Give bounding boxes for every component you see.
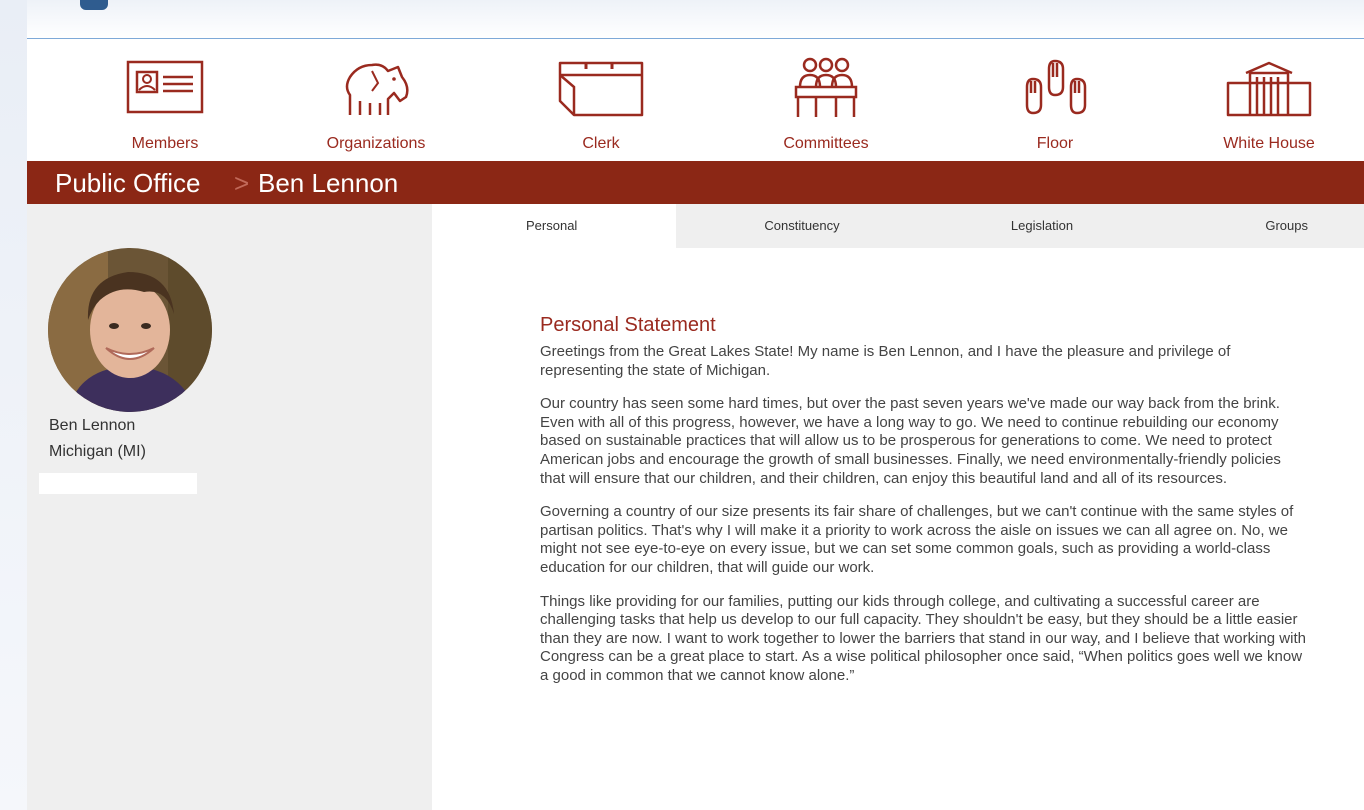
window-chip: [80, 0, 108, 10]
profile-blank-field: [39, 473, 197, 494]
browser-top-area: [0, 0, 1364, 38]
nav-item-clerk[interactable]: Clerk: [511, 39, 691, 161]
raised-hands-icon: [1025, 59, 1087, 115]
profile-state: Michigan (MI): [49, 443, 146, 460]
breadcrumb-separator: >: [234, 168, 250, 198]
breadcrumb-root[interactable]: Public Office: [55, 168, 200, 199]
statement-paragraph-4: Things like providing for our families, …: [540, 592, 1306, 684]
nav-item-floor[interactable]: Floor: [965, 39, 1145, 161]
nav-label-clerk: Clerk: [582, 135, 620, 152]
personal-statement: Personal Statement Greetings from the Gr…: [540, 314, 1310, 701]
id-card-icon: [126, 60, 204, 114]
nav-item-organizations[interactable]: Organizations: [286, 39, 466, 161]
nav-item-white-house[interactable]: White House: [1179, 39, 1359, 161]
avatar: [48, 248, 212, 412]
inbox-tray-icon: [558, 61, 644, 117]
tab-personal[interactable]: Personal: [432, 204, 676, 248]
nav-item-members[interactable]: Members: [75, 39, 255, 161]
profile-sidebar: Ben Lennon Michigan (MI): [27, 204, 432, 810]
nav-label-floor: Floor: [1036, 135, 1074, 152]
tab-groups[interactable]: Groups: [1212, 204, 1362, 248]
nav-label-organizations: Organizations: [326, 135, 426, 152]
nav-item-committees[interactable]: Committees: [736, 39, 916, 161]
breadcrumb: Public Office > Ben Lennon: [27, 161, 1364, 204]
committee-people-icon: [794, 57, 858, 117]
left-gutter: [0, 0, 27, 810]
profile-tabs: Personal Constituency Legislation Groups: [432, 204, 1364, 248]
nav-label-members: Members: [131, 135, 199, 152]
statement-heading: Personal Statement: [540, 314, 716, 336]
profile-name: Ben Lennon: [49, 417, 136, 434]
nav-label-white-house: White House: [1223, 135, 1315, 152]
breadcrumb-current: Ben Lennon: [258, 168, 399, 198]
white-house-icon: [1226, 61, 1312, 117]
donkey-elephant-icon: [345, 63, 409, 115]
statement-paragraph-3: Governing a country of our size presents…: [540, 503, 1294, 576]
statement-paragraph-2: Our country has seen some hard times, bu…: [540, 395, 1281, 487]
statement-paragraph-1: Greetings from the Great Lakes State! My…: [540, 343, 1231, 379]
nav-label-committees: Committees: [783, 135, 869, 152]
tab-legislation[interactable]: Legislation: [952, 204, 1132, 248]
main-nav: Members Organizations Clerk Committees F…: [27, 39, 1364, 161]
tab-constituency[interactable]: Constituency: [712, 204, 892, 248]
